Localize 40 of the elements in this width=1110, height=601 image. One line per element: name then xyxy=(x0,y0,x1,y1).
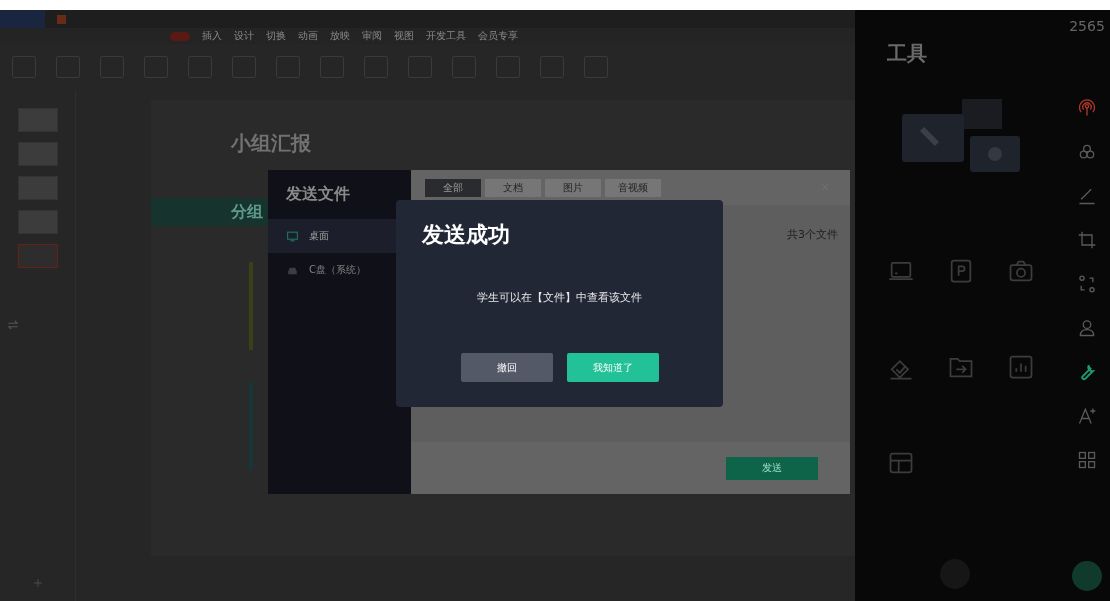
broadcast-icon[interactable] xyxy=(1077,98,1097,118)
location-label: C盘（系统） xyxy=(309,263,366,277)
grid-icon[interactable] xyxy=(1077,450,1097,470)
slide-thumbnail[interactable] xyxy=(17,244,58,268)
document-icon xyxy=(57,14,66,24)
start-tab[interactable] xyxy=(170,31,190,41)
ribbon-tab[interactable]: 动画 xyxy=(298,29,318,43)
ribbon-tab[interactable]: 开发工具 xyxy=(426,29,466,43)
location-label: 桌面 xyxy=(309,229,329,243)
send-button[interactable]: 发送 xyxy=(726,456,818,480)
font-icon[interactable] xyxy=(1077,406,1097,426)
ribbon-tab[interactable]: 设计 xyxy=(234,29,254,43)
panel-title: 工具 xyxy=(887,40,928,67)
monitor-icon xyxy=(286,229,299,243)
add-icon[interactable] xyxy=(32,577,44,589)
withdraw-button[interactable]: 撤回 xyxy=(460,353,553,382)
filter-tab[interactable]: 图片 xyxy=(545,178,601,197)
ribbon-tab[interactable]: 切换 xyxy=(266,29,286,43)
filter-tab[interactable]: 全部 xyxy=(425,178,481,197)
dialog-title: 发送文件 xyxy=(285,183,351,205)
swap-icon[interactable] xyxy=(5,318,20,332)
chart-icon[interactable] xyxy=(1007,353,1035,381)
crop-icon[interactable] xyxy=(1077,230,1097,250)
ribbon-tab[interactable]: 视图 xyxy=(394,29,414,43)
ribbon-tab[interactable]: 插入 xyxy=(202,29,222,43)
counter: 2565 xyxy=(1069,18,1105,34)
avatar-icon[interactable] xyxy=(1072,561,1102,591)
ribbon-tab[interactable]: 会员专享 xyxy=(478,29,518,43)
nodes-icon[interactable] xyxy=(1077,274,1097,294)
person-icon[interactable] xyxy=(1077,318,1097,338)
slide-title: 小组汇报 xyxy=(231,130,311,157)
filter-tab[interactable]: 音视频 xyxy=(605,178,661,197)
filter-tab[interactable]: 文档 xyxy=(485,178,541,197)
modal-title: 发送成功 xyxy=(422,221,511,249)
ribbon-tab[interactable]: 放映 xyxy=(330,29,350,43)
banner-text: 分组 xyxy=(231,201,263,223)
home-tab[interactable] xyxy=(0,10,45,28)
modal-message: 学生可以在【文件】中查看该文件 xyxy=(476,290,643,305)
pen-icon[interactable] xyxy=(1077,186,1097,206)
ribbon-tab[interactable]: 审阅 xyxy=(362,29,382,43)
